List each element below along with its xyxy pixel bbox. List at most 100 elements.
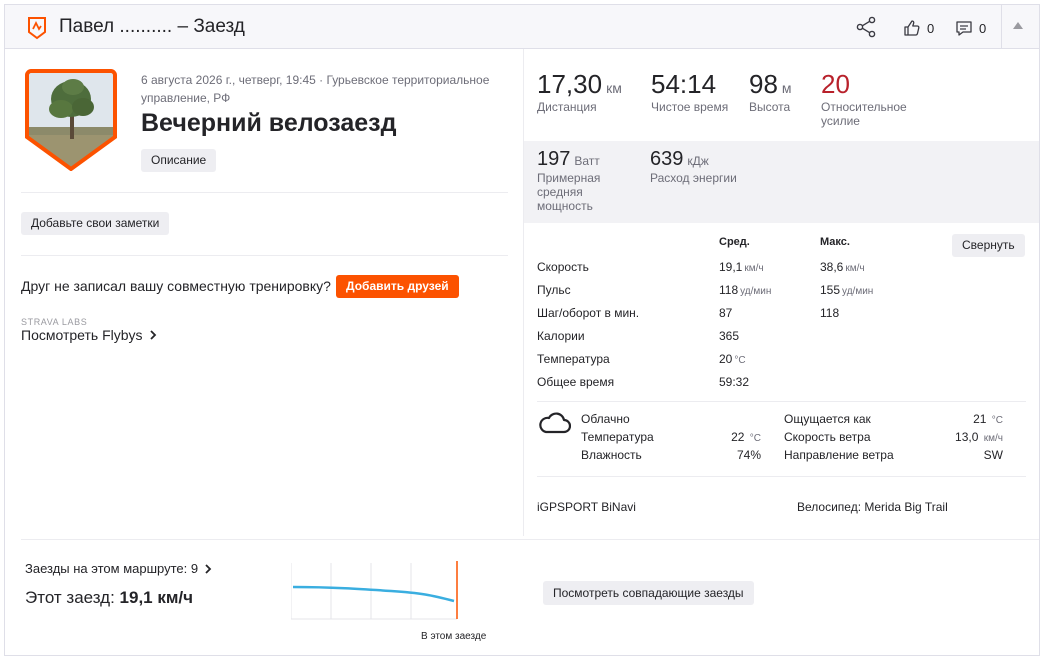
weather-feels-label: Ощущается как [784, 412, 871, 426]
power-unit: Ватт [574, 154, 600, 168]
add-notes-button[interactable]: Добавьте свои заметки [21, 212, 170, 235]
stat-energy: 639 кДж Расход энергии [650, 148, 737, 185]
column-max: Макс. [820, 236, 850, 248]
chevron-up-icon[interactable] [1013, 22, 1023, 29]
energy-unit: кДж [687, 154, 709, 168]
add-friends-button[interactable]: Добавить друзей [336, 275, 459, 298]
cloud-icon [539, 412, 571, 434]
stats-max-value: 118 [820, 306, 840, 320]
stats-row-max: 38,6 км/ч [820, 260, 865, 274]
flybys-link[interactable]: Посмотреть Flybys [21, 327, 157, 343]
weather-temp-label: Температура [581, 430, 654, 444]
comments-button[interactable]: 0 [955, 18, 986, 38]
this-ride-speed: Этот заезд: 19,1 км/ч [25, 588, 193, 608]
weather-wind-speed-label: Скорость ветра [784, 430, 871, 444]
stats-row-label: Общее время [537, 375, 615, 389]
energy-label: Расход энергии [650, 171, 737, 185]
stats-avg-value: 59:32 [719, 375, 750, 389]
stats-avg-unit: °С [734, 355, 746, 366]
this-ride-label: Этот заезд: [25, 588, 120, 607]
thumbs-up-icon [904, 20, 920, 36]
column-avg: Сред. [719, 236, 750, 248]
stats-row-avg: 118 уд/мин [719, 283, 771, 297]
moving-time-value: 54:14 [651, 69, 717, 99]
stat-elevation: 98 м Высота [749, 69, 792, 114]
header-divider [1001, 5, 1002, 48]
relative-effort-value: 20 [821, 69, 850, 99]
activity-title: Вечерний велозаезд [141, 109, 397, 137]
divider [21, 539, 1039, 540]
description-button[interactable]: Описание [141, 149, 217, 172]
divider [21, 192, 508, 193]
weather-wind-dir-label: Направление ветра [784, 448, 894, 462]
energy-value: 639 [650, 148, 684, 170]
friend-prompt: Друг не записал вашу совместную трениров… [21, 278, 331, 294]
stat-relative-effort[interactable]: 20 Относительное усилие [821, 69, 921, 128]
weather-feels-number: 21 [973, 412, 987, 426]
chevron-right-icon [149, 330, 156, 340]
kudos-count: 0 [927, 20, 935, 36]
device-name: iGPSPORT BiNavi [537, 500, 636, 514]
flybys-prefix: Посмотреть [21, 327, 103, 343]
bike-activity-icon [28, 17, 46, 40]
stats-row-max [820, 352, 822, 366]
weather-feels-value: 21 °С [925, 412, 1003, 426]
column-divider [523, 49, 524, 536]
weather-wind-unit: км/ч [983, 433, 1003, 444]
stats-max-value: 38,6 [820, 260, 844, 274]
weather-wind-dir-value: SW [983, 448, 1003, 462]
route-comparison-chart: В этом заезде [291, 561, 487, 642]
stats-max-unit: км/ч [845, 263, 865, 274]
view-matched-rides-button[interactable]: Посмотреть совпадающие заезды [543, 581, 754, 605]
stats-row-label: Калории [537, 329, 585, 343]
stats-max-unit: уд/мин [842, 286, 874, 297]
activity-card: Павел .......... – Заезд 0 0 6 августа 2… [4, 4, 1040, 656]
stats-avg-value: 19,1 [719, 260, 743, 274]
chevron-right-icon [205, 563, 212, 574]
distance-label: Дистанция [537, 100, 597, 114]
share-icon[interactable] [854, 15, 878, 39]
stats-row-max [820, 375, 822, 389]
route-rides-link[interactable]: Заезды на этом маршруте: 9 [25, 561, 212, 576]
stats-row-max: 118 [820, 306, 841, 320]
weather-humidity-value: 74% [736, 448, 761, 462]
stats-avg-value: 365 [719, 329, 740, 343]
relative-effort-label: Относительное усилие [821, 100, 907, 128]
comment-icon [956, 21, 972, 36]
weather-temp-unit: °С [749, 433, 761, 444]
flybys-name: Flybys [102, 327, 143, 343]
activity-photo[interactable] [25, 69, 117, 171]
weather-temp-value: 22 °С [705, 430, 761, 444]
this-ride-value: 19,1 км/ч [119, 588, 194, 607]
collapse-button[interactable]: Свернуть [952, 234, 1025, 257]
elevation-label: Высота [749, 100, 791, 114]
bike-info[interactable]: Велосипед: Merida Big Trail [797, 500, 948, 514]
weather-humidity-label: Влажность [581, 448, 642, 462]
weather-temp-number: 22 [731, 430, 745, 444]
stats-avg-value: 20 [719, 352, 733, 366]
bike-name: Merida Big Trail [864, 500, 948, 514]
comments-count: 0 [979, 20, 987, 36]
divider [537, 476, 1026, 477]
stats-avg-value: 87 [719, 306, 733, 320]
elevation-value: 98 [749, 69, 778, 99]
stats-row-label: Температура [537, 352, 610, 366]
power-value: 197 [537, 148, 571, 170]
distance-value: 17,30 [537, 69, 603, 99]
weather-condition: Облачно [581, 412, 630, 426]
stat-moving-time: 54:14 Чистое время [651, 69, 728, 114]
distance-unit: км [606, 80, 622, 96]
stats-row-avg: 59:32 [719, 375, 751, 389]
bike-label: Велосипед: [797, 500, 865, 514]
divider [21, 255, 508, 256]
stats-row-label: Шаг/оборот в мин. [537, 306, 640, 320]
moving-time-label: Чистое время [651, 100, 729, 114]
strava-labs-caption: STRAVA LABS [21, 317, 88, 327]
speed-trend-line [292, 585, 455, 603]
activity-header: Павел .......... – Заезд 0 0 [5, 5, 1039, 49]
stat-distance: 17,30 км Дистанция [537, 69, 622, 114]
stats-avg-unit: уд/мин [740, 286, 772, 297]
kudos-button[interactable]: 0 [903, 18, 934, 38]
stats-row-max [820, 329, 822, 343]
stat-power: 197 Ватт Примерная средняя мощность [537, 148, 627, 213]
